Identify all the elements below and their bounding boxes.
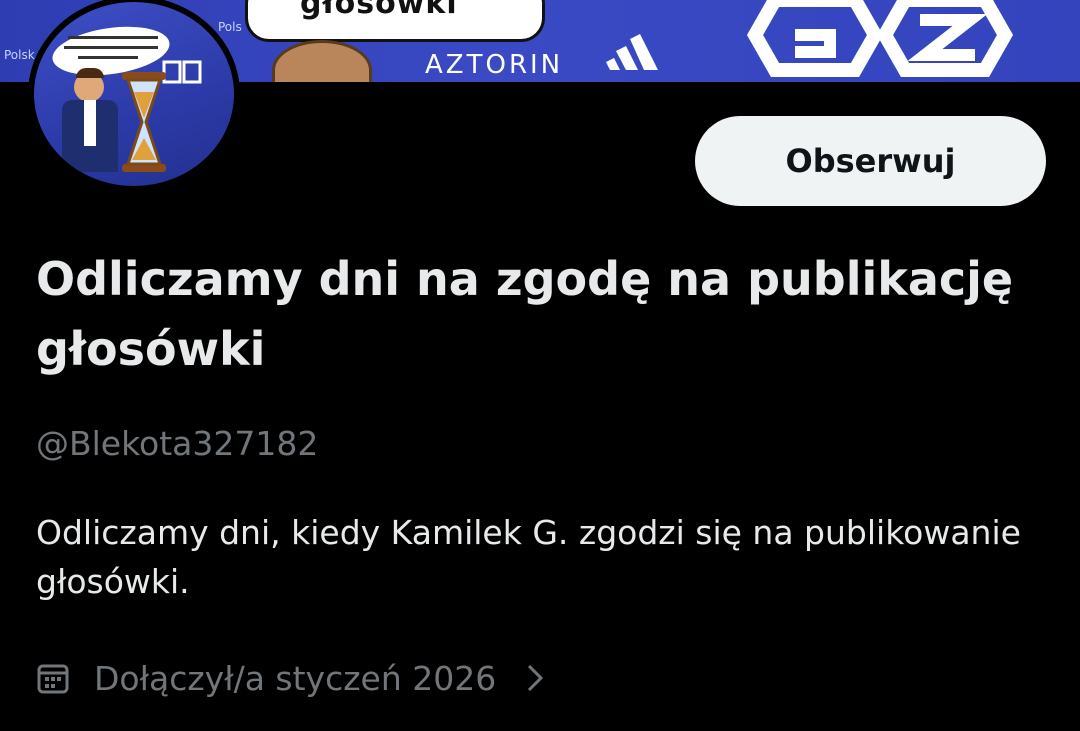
- banner-cartoon-face: [272, 40, 372, 82]
- avatar-image: Odliczamy dni, kiedy Kamilek G. zgodzi s…: [34, 2, 234, 186]
- avatar-logo-icon: [162, 60, 202, 84]
- avatar-caption: Odliczamy dni, kiedy Kamilek G. zgodzi s…: [34, 2, 35, 3]
- profile-bio: Odliczamy dni, kiedy Kamilek G. zgodzi s…: [36, 513, 1021, 601]
- avatar-caption-line: [78, 56, 138, 59]
- follow-button[interactable]: Obserwuj: [695, 116, 1046, 206]
- avatar-person-shirt: [84, 100, 96, 146]
- profile-handle: @Blekota327182: [36, 424, 319, 463]
- profile-display-name: Odliczamy dni na zgodę na publikację gło…: [36, 252, 1014, 376]
- avatar-person-hair: [76, 68, 104, 78]
- club-logo-icon: [746, 0, 1014, 77]
- adidas-logo-icon: [606, 34, 658, 70]
- calendar-icon: [36, 658, 76, 698]
- hourglass-icon: [122, 72, 166, 172]
- avatar-caption-line: [68, 36, 158, 39]
- banner-bubble-text: głosówki: [300, 0, 458, 21]
- banner-sponsor-text: AZTORIN: [425, 50, 564, 80]
- banner-text-left-2: Pols: [218, 20, 242, 34]
- banner-text-left: Polsk: [4, 48, 35, 62]
- joined-date-text: Dołączył/a styczeń 2026: [94, 658, 497, 698]
- profile-avatar[interactable]: Odliczamy dni, kiedy Kamilek G. zgodzi s…: [28, 0, 240, 192]
- chevron-right-icon: [526, 663, 544, 693]
- avatar-caption-line: [64, 46, 158, 49]
- joined-date-row[interactable]: Dołączył/a styczeń 2026: [36, 650, 544, 706]
